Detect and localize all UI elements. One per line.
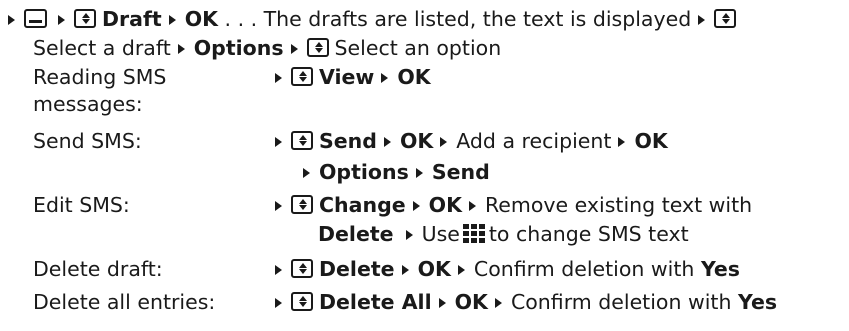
bullet-arrow-icon [275,73,282,83]
row-reading-line1: View OK [268,63,431,92]
row-delete-all-line1: Delete All OK Confirm deletion with Yes [268,288,777,317]
nav-key-icon [291,67,313,86]
bullet-arrow-icon [58,15,65,25]
draft-keyword: Draft [102,7,162,31]
confirm-text: Confirm deletion with [473,257,695,281]
keypad-icon [462,224,485,244]
bullet-arrow-icon [381,73,389,83]
ok-keyword: OK [428,193,462,217]
bullet-arrow-icon [275,137,282,147]
options-keyword: Options [319,160,409,184]
bullet-arrow-icon [440,137,448,147]
bullet-arrow-icon [494,298,502,308]
send-keyword: Send [319,129,377,153]
nav-key-icon [291,195,313,214]
intro-line-1: Draft OK . . . The drafts are listed, the… [8,5,742,34]
delete-keyword: Delete [318,222,394,246]
nav-key-icon [74,9,96,28]
nav-key-icon [306,38,329,57]
row-label-delete-draft: Delete draft: [33,257,163,281]
ok-keyword: OK [397,65,431,89]
delete-all-keyword: Delete All [319,290,432,314]
bullet-arrow-icon [405,230,413,240]
nav-key-icon [291,131,313,150]
bullet-arrow-icon [698,15,706,25]
row-send-line1: Send OK Add a recipient OK [268,127,668,156]
bullet-arrow-icon [275,201,282,211]
ok-keyword: OK [454,290,488,314]
bullet-arrow-icon [290,44,298,54]
row-label-reading: Reading SMS messages: [33,65,167,116]
row-edit-line1: Change OK Remove existing text with [268,191,752,220]
bullet-arrow-icon [412,201,420,211]
row-edit-line2: Delete Use to change SMS text [318,220,689,249]
bullet-arrow-icon [457,265,465,275]
bullet-arrow-icon [415,168,423,178]
confirm-text: Confirm deletion with [510,290,732,314]
ok-keyword: OK [399,129,434,153]
bullet-arrow-icon [8,15,15,25]
bullet-arrow-icon [177,44,185,54]
row-delete-draft-line1: Delete OK Confirm deletion with Yes [268,255,740,284]
row-label-delete-all: Delete all entries: [33,290,216,314]
add-recipient-text: Add a recipient [456,129,612,153]
row-label-send: Send SMS: [33,129,142,153]
bullet-arrow-icon [303,168,310,178]
remove-text: Remove existing text with [484,193,753,217]
yes-keyword: Yes [700,257,741,281]
nav-key-icon [714,9,737,28]
bullet-arrow-icon [383,137,391,147]
row-label-edit: Edit SMS: [33,193,130,217]
message-key-icon [24,9,47,28]
change-text: to change SMS text [488,222,689,246]
bullet-arrow-icon [275,265,282,275]
options-keyword: Options [193,36,284,60]
delete-keyword: Delete [319,257,395,281]
bullet-arrow-icon [438,298,446,308]
bullet-arrow-icon [275,298,282,308]
view-keyword: View [319,65,375,89]
intro-description: . . . The drafts are listed, the text is… [224,7,692,31]
use-text: Use [421,222,460,246]
change-keyword: Change [319,193,406,217]
bullet-arrow-icon [618,137,626,147]
intro-line-2: Select a draft Options Select an option [33,34,501,63]
yes-keyword: Yes [738,290,778,314]
select-option-text: Select an option [334,36,502,60]
bullet-arrow-icon [401,265,409,275]
ok-keyword: OK [634,129,668,153]
ok-keyword: OK [184,7,218,31]
bullet-arrow-icon [168,15,176,25]
row-send-line2: Options Send [268,158,490,187]
select-draft-text: Select a draft [33,36,171,60]
bullet-arrow-icon [468,201,476,211]
send-keyword: Send [431,160,490,184]
ok-keyword: OK [417,257,451,281]
nav-key-icon [291,292,313,311]
nav-key-icon [291,259,313,278]
